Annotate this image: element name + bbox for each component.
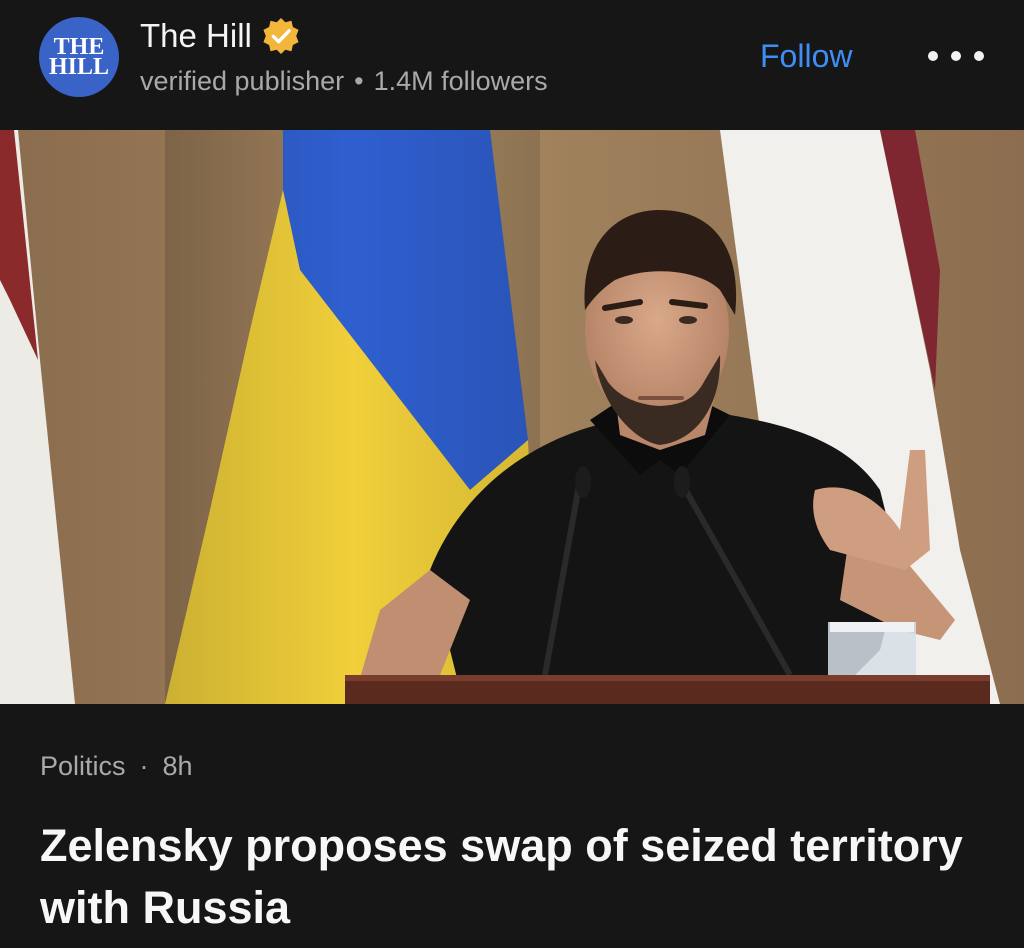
verified-check-icon xyxy=(263,17,299,55)
article-card[interactable]: THE HILL The Hill verified publisher • 1.4… xyxy=(0,0,1024,948)
more-options-icon[interactable] xyxy=(928,40,984,72)
article-photo[interactable] xyxy=(0,130,1024,704)
follower-count: 1.4M followers xyxy=(373,66,548,96)
publisher-name[interactable]: The Hill xyxy=(140,16,252,56)
article-meta: Politics · 8h xyxy=(40,748,193,784)
more-dot xyxy=(951,51,961,61)
meta-separator: · xyxy=(139,751,149,781)
article-age: 8h xyxy=(162,751,193,781)
publisher-header: THE HILL The Hill verified publisher • 1.4… xyxy=(0,0,1024,130)
article-photo-image xyxy=(0,130,1024,704)
more-dot xyxy=(974,51,984,61)
logo-line-2: HILL xyxy=(48,54,110,80)
article-category[interactable]: Politics xyxy=(40,751,126,781)
publisher-meta: verified publisher • 1.4M followers xyxy=(140,63,548,99)
meta-separator: • xyxy=(354,66,364,96)
publisher-logo[interactable]: THE HILL xyxy=(39,17,119,97)
follow-button[interactable]: Follow xyxy=(760,36,852,76)
article-headline[interactable]: Zelensky proposes swap of seized territo… xyxy=(40,815,980,939)
publisher-name-row[interactable]: The Hill xyxy=(140,16,300,56)
more-dot xyxy=(928,51,938,61)
verified-label: verified publisher xyxy=(140,66,345,96)
